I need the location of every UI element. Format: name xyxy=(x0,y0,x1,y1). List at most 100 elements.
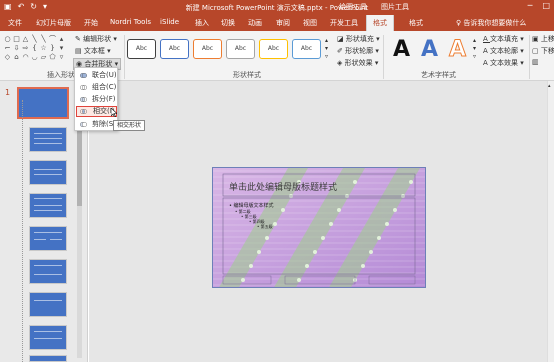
wordart-style-blue[interactable]: A xyxy=(421,37,438,62)
slide-thumbnail-layout[interactable] xyxy=(29,292,67,317)
gallery-more-icon[interactable]: ▿ xyxy=(57,53,66,62)
gallery-up-icon[interactable]: ▴ xyxy=(57,35,66,44)
shape-style-swatch[interactable]: Abc xyxy=(292,39,321,59)
send-backward-button[interactable]: ▢ 下移 xyxy=(532,46,554,56)
group-separator xyxy=(124,35,125,79)
star-shape-icon[interactable]: ☆ xyxy=(39,44,48,53)
slide-thumbnail-layout[interactable] xyxy=(29,325,67,350)
shape-effects-button[interactable]: ◈ 形状效果 ▾ xyxy=(337,58,378,68)
bullet-level-1[interactable]: • 编辑母版文本样式 xyxy=(229,202,274,209)
shape-style-swatch[interactable]: Abc xyxy=(127,39,156,59)
text-effects-button[interactable]: A 文本效果 ▾ xyxy=(483,58,524,68)
shape-icon[interactable]: ◇ xyxy=(3,53,12,62)
gallery-up-icon[interactable]: ▴ xyxy=(473,37,476,44)
wordart-style-black[interactable]: A xyxy=(393,37,410,62)
menu-item-union[interactable]: 联合(U) xyxy=(76,70,117,81)
send-backward-icon: ▢ xyxy=(532,47,541,55)
slide-title-placeholder[interactable]: 单击此处编辑母版标题样式 xyxy=(229,180,337,193)
edit-shape-button[interactable]: ✎ 编辑形状 ▾ xyxy=(75,34,117,44)
send-backward-label: 下移 xyxy=(540,47,554,55)
tab-home[interactable]: 开始 xyxy=(84,18,98,28)
tab-developer[interactable]: 开发工具 xyxy=(330,18,358,28)
shape-style-swatch[interactable]: Abc xyxy=(193,39,222,59)
style-gallery-scroll[interactable]: ▴ ▾ ▿ xyxy=(325,37,328,61)
triangle-shape-icon[interactable]: △ xyxy=(21,35,30,44)
gallery-more-icon[interactable]: ▿ xyxy=(473,53,476,60)
line-shape-icon[interactable]: ╲ xyxy=(30,35,39,44)
menu-item-subtract[interactable]: 剪除(S) xyxy=(76,119,117,130)
arrow-shape-icon[interactable]: ⇨ xyxy=(21,44,30,53)
slide-thumbnail-layout[interactable] xyxy=(29,226,67,251)
tell-me-box[interactable]: ♀ 告诉我你想要做什么 xyxy=(456,18,526,28)
shape-icon[interactable]: ⬠ xyxy=(48,53,57,62)
gallery-down-icon[interactable]: ▾ xyxy=(325,45,328,52)
text-outline-icon: A xyxy=(483,47,491,55)
canvas-scrollbar[interactable]: ▴ xyxy=(547,81,554,362)
tab-format-drawing[interactable]: 格式 xyxy=(366,15,394,31)
tab-view[interactable]: 视图 xyxy=(303,18,317,28)
shape-icon[interactable]: ▱ xyxy=(39,53,48,62)
shape-icon[interactable]: ◠ xyxy=(21,53,30,62)
brace-shape-icon[interactable]: { xyxy=(30,44,39,53)
slide-thumbnail-layout[interactable] xyxy=(29,160,67,185)
shapes-gallery[interactable]: ○ □ △ ╲ ╲ ⌒ ▴ ⌐ ⇩ ⇨ { ☆ } ▾ ◇ ⌂ ◠ ◡ ▱ ⬠ … xyxy=(3,35,67,62)
maximize-icon[interactable]: □ xyxy=(542,1,550,10)
shape-icon[interactable]: ⌂ xyxy=(12,53,21,62)
arrow-shape-icon[interactable]: ⇩ xyxy=(12,44,21,53)
shape-outline-button[interactable]: ✐ 形状轮廓 ▾ xyxy=(337,46,379,56)
shape-fill-button[interactable]: ◪ 形状填充 ▾ xyxy=(337,34,380,44)
oval-shape-icon[interactable]: ○ xyxy=(3,35,12,44)
bullet-level-5[interactable]: • 第五级 xyxy=(257,224,273,230)
shape-icon[interactable]: ◡ xyxy=(30,53,39,62)
elbow-shape-icon[interactable]: ⌐ xyxy=(3,44,12,53)
slide-thumbnail-master[interactable] xyxy=(17,87,69,119)
tab-slide-master[interactable]: 幻灯片母版 xyxy=(36,18,71,28)
tab-nordri-tools[interactable]: Nordri Tools xyxy=(110,18,151,26)
tab-file[interactable]: 文件 xyxy=(8,18,22,28)
shape-style-swatch[interactable]: Abc xyxy=(160,39,189,59)
tab-islide[interactable]: iSlide xyxy=(160,18,179,26)
text-outline-button[interactable]: A 文本轮廓 ▾ xyxy=(483,46,524,56)
intersect-icon xyxy=(80,109,87,114)
wordart-gallery-scroll[interactable]: ▴ ▾ ▿ xyxy=(473,37,476,61)
slide-master[interactable]: 单击此处编辑母版标题样式 • 编辑母版文本样式 • 第二级 • 第三级 • 第四… xyxy=(212,167,426,288)
ribbon-tab-bar: 文件 幻灯片母版 开始 Nordri Tools iSlide 插入 切换 动画… xyxy=(0,15,554,31)
menu-item-combine[interactable]: 组合(C) xyxy=(76,82,117,93)
shape-style-swatch[interactable]: Abc xyxy=(226,39,255,59)
rectangle-shape-icon[interactable]: □ xyxy=(12,35,21,44)
menu-item-fragment[interactable]: 拆分(F) xyxy=(76,94,117,105)
scroll-up-icon[interactable]: ▴ xyxy=(548,83,551,89)
bring-forward-button[interactable]: ▣ 上移 xyxy=(532,34,554,44)
slide-thumbnail-layout[interactable] xyxy=(29,355,67,362)
gallery-more-icon[interactable]: ▿ xyxy=(325,53,328,60)
group-separator xyxy=(383,35,384,79)
selection-pane-button[interactable]: ▥ xyxy=(532,58,539,66)
group-label-shape-styles: 形状样式 xyxy=(233,71,261,79)
wordart-style-outline[interactable]: A xyxy=(448,37,466,63)
text-box-button[interactable]: ▤ 文本框 ▾ xyxy=(75,46,111,56)
minimize-icon[interactable]: ─ xyxy=(528,1,533,10)
mouse-pointer-icon xyxy=(111,108,117,117)
gallery-down-icon[interactable]: ▾ xyxy=(473,45,476,52)
tab-format-picture[interactable]: 格式 xyxy=(409,18,423,28)
curve-shape-icon[interactable]: ⌒ xyxy=(48,35,57,44)
tab-insert[interactable]: 插入 xyxy=(195,18,209,28)
combine-icon xyxy=(80,85,87,90)
merge-shapes-menu: 联合(U) 组合(C) 拆分(F) 相交(I) 剪除(S) xyxy=(74,67,118,131)
text-fill-icon: A xyxy=(483,35,491,43)
slide-thumbnail-layout[interactable] xyxy=(29,127,67,152)
slide-thumbnail-layout[interactable] xyxy=(29,193,67,218)
shape-style-swatch[interactable]: Abc xyxy=(259,39,288,59)
line-shape-icon[interactable]: ╲ xyxy=(39,35,48,44)
chevron-down-icon: ▾ xyxy=(111,35,117,43)
intersect-tooltip: 相交形状 xyxy=(113,120,146,131)
gallery-down-icon[interactable]: ▾ xyxy=(57,44,66,53)
tab-review[interactable]: 审阅 xyxy=(276,18,290,28)
gallery-up-icon[interactable]: ▴ xyxy=(325,37,328,44)
tab-transitions[interactable]: 切换 xyxy=(221,18,235,28)
brace-shape-icon[interactable]: } xyxy=(48,44,57,53)
tab-animations[interactable]: 动画 xyxy=(248,18,262,28)
slide-thumbnail-layout[interactable] xyxy=(29,259,67,284)
group-separator xyxy=(529,35,530,79)
text-fill-button[interactable]: A 文本填充 ▾ xyxy=(483,34,524,44)
